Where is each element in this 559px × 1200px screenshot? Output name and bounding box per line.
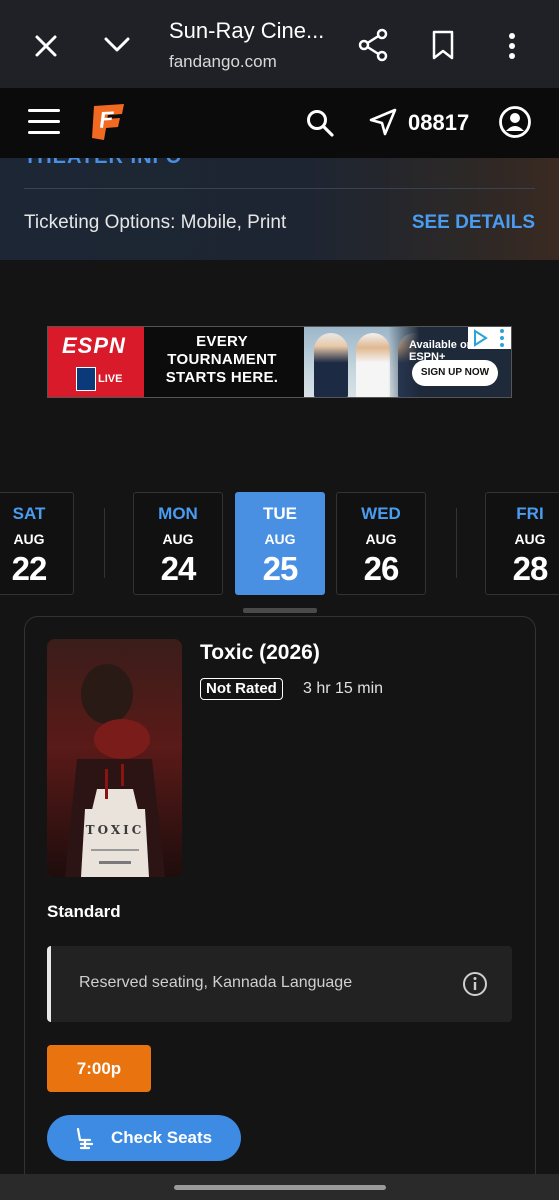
ad-more-icon[interactable] <box>492 327 512 349</box>
ad-brand-block: ESPN LIVE <box>48 327 144 397</box>
date-separator <box>104 508 105 578</box>
date-tue-25-selected[interactable]: TUE AUG 25 <box>235 492 325 595</box>
fandango-logo-icon[interactable] <box>88 102 128 142</box>
rating-badge: Not Rated <box>200 678 283 700</box>
system-gesture-bar <box>0 1174 559 1200</box>
ad-headline: EVERY TOURNAMENT STARTS HERE. <box>165 333 279 386</box>
date-scrollbar[interactable] <box>243 608 317 613</box>
menu-icon[interactable] <box>28 109 60 135</box>
page-title: Sun-Ray Cine... <box>169 18 325 43</box>
site-header: 08817 <box>0 88 559 158</box>
espn-ad-banner[interactable]: ESPN LIVE EVERY TOURNAMENT STARTS HERE. … <box>47 326 512 398</box>
share-icon[interactable] <box>358 28 388 62</box>
poster-title: TOXIC <box>86 823 145 837</box>
date-separator <box>456 508 457 578</box>
close-icon[interactable] <box>33 33 59 59</box>
more-vert-icon[interactable] <box>505 32 519 60</box>
location-arrow-icon[interactable] <box>368 107 398 137</box>
ad-headline-block: EVERY TOURNAMENT STARTS HERE. <box>144 327 304 397</box>
search-icon[interactable] <box>305 108 335 138</box>
date-fri-28[interactable]: FRI AUG 28 <box>485 492 559 595</box>
bookmark-icon[interactable] <box>430 30 456 60</box>
movie-title[interactable]: Toxic (2026) <box>200 641 320 665</box>
date-sat-22[interactable]: SAT AUG 22 <box>0 492 74 595</box>
chevron-down-icon[interactable] <box>102 33 132 57</box>
theater-info-section: THEATER INFO Ticketing Options: Mobile, … <box>0 158 559 260</box>
amenities-text: Reserved seating, Kannada Language <box>79 974 353 991</box>
home-indicator[interactable] <box>174 1185 386 1190</box>
date-wed-26[interactable]: WED AUG 26 <box>336 492 426 595</box>
pga-logo-icon <box>76 367 96 391</box>
zip-code[interactable]: 08817 <box>408 110 469 136</box>
ad-signup-button[interactable]: SIGN UP NOW <box>412 360 498 386</box>
check-seats-button[interactable]: Check Seats <box>47 1115 241 1161</box>
format-label: Standard <box>47 902 121 921</box>
info-icon[interactable] <box>462 971 488 997</box>
movie-poster[interactable]: TOXIC <box>47 639 182 877</box>
browser-toolbar: Sun-Ray Cine... fandango.com <box>0 0 559 88</box>
runtime: 3 hr 15 min <box>303 680 384 697</box>
see-details-link[interactable]: SEE DETAILS <box>412 212 535 234</box>
ad-live-label: LIVE <box>98 373 123 385</box>
seat-icon <box>76 1127 94 1150</box>
account-icon[interactable] <box>498 105 532 139</box>
url-domain[interactable]: fandango.com <box>169 52 277 72</box>
divider <box>24 188 535 189</box>
espn-logo: ESPN <box>62 333 126 358</box>
date-mon-24[interactable]: MON AUG 24 <box>133 492 223 595</box>
check-seats-label: Check Seats <box>111 1128 213 1147</box>
theater-info-heading: THEATER INFO <box>24 158 182 169</box>
showtime-button[interactable]: 7:00p <box>47 1045 151 1092</box>
ticketing-options: Ticketing Options: Mobile, Print <box>24 212 287 233</box>
amenities-box: Reserved seating, Kannada Language <box>47 946 512 1022</box>
adchoices-icon[interactable] <box>468 327 492 349</box>
